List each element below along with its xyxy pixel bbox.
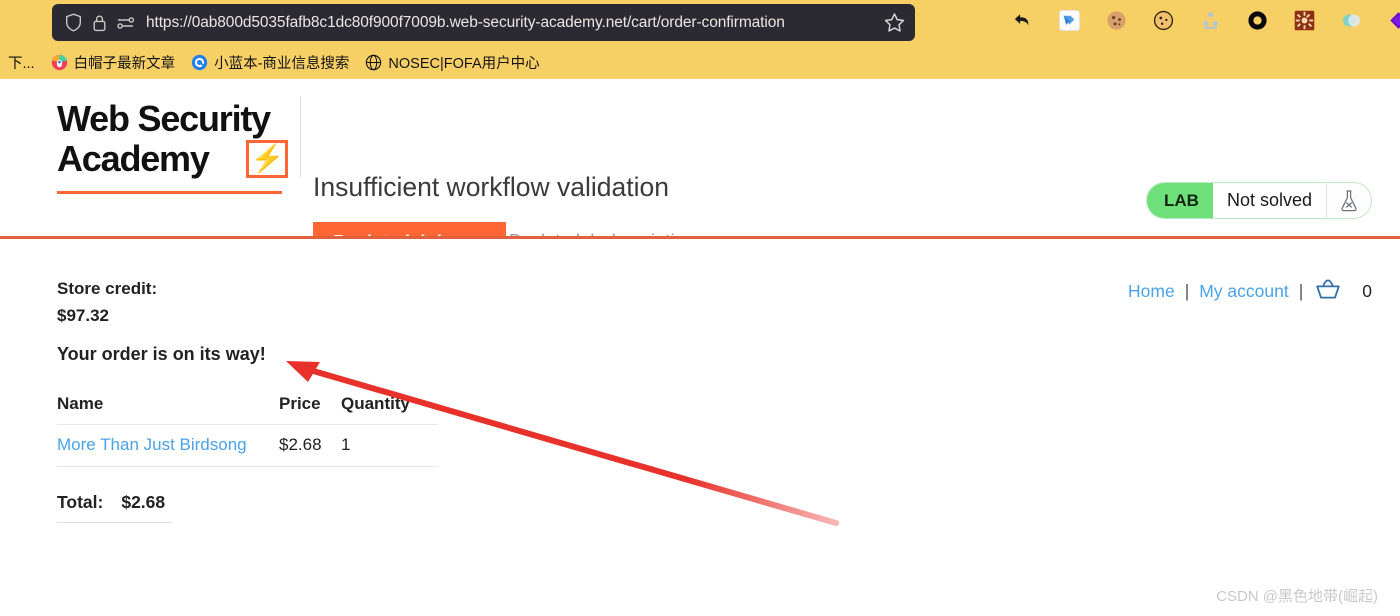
total-label: Total: — [57, 492, 104, 512]
browser-chrome: https://0ab800d5035fafb8c1dc80f900f7009b… — [0, 0, 1400, 79]
site-nav: Home | My account | 0 — [1128, 277, 1372, 306]
order-items-table: Name Price Quantity More Than Just Birds… — [57, 394, 438, 467]
order-confirmation-message: Your order is on its way! — [57, 344, 266, 364]
nav-separator-2: | — [1298, 281, 1304, 301]
bookmark-item-3-label: NOSEC|FOFA用户中心 — [388, 55, 540, 72]
cell-product-quantity: 1 — [341, 424, 438, 467]
shopping-basket-icon[interactable] — [1313, 277, 1343, 306]
wappalyzer-icon[interactable] — [1198, 8, 1223, 33]
ublock-origin-icon[interactable] — [1245, 8, 1270, 33]
extension-toolbar — [1010, 8, 1400, 33]
cookie-editor-icon[interactable] — [1151, 8, 1176, 33]
page-title: Insufficient workflow validation — [313, 172, 669, 202]
bookmark-item-2[interactable]: 小蓝本-商业信息搜索 — [183, 50, 357, 75]
cell-product-price: $2.68 — [279, 424, 341, 467]
main-content: Home | My account | 0 Store credit: $97.… — [0, 239, 1400, 616]
lightning-bolt-glyph: ⚡ — [250, 143, 285, 174]
lightning-bolt-icon: ⚡ — [246, 140, 288, 178]
hacktools-icon[interactable] — [1292, 8, 1317, 33]
column-header-quantity: Quantity — [341, 394, 438, 425]
lab-header: Web Security Academy ⚡ Insufficient work… — [0, 79, 1400, 263]
column-header-price: Price — [279, 394, 341, 425]
basket-item-count: 0 — [1362, 281, 1372, 301]
browser-toolbar: https://0ab800d5035fafb8c1dc80f900f7009b… — [0, 0, 1400, 45]
bookmark-item-1-label: 白帽子最新文章 — [73, 55, 176, 72]
padlock-icon[interactable] — [88, 12, 110, 34]
nav-my-account-link[interactable]: My account — [1199, 281, 1288, 302]
whitehat-icon — [51, 54, 68, 71]
total-value: $2.68 — [121, 492, 166, 512]
diamond-extension-icon[interactable] — [1386, 8, 1400, 33]
bookmark-star-icon[interactable] — [883, 11, 907, 35]
table-row: More Than Just Birdsong $2.68 1 — [57, 424, 438, 467]
back-arrow-icon[interactable] — [1010, 8, 1035, 33]
bookmark-item-0-label: 下... — [8, 55, 35, 72]
lab-status-badge[interactable]: LAB Not solved — [1146, 182, 1372, 219]
cookie-icon[interactable] — [1104, 8, 1129, 33]
address-bar[interactable]: https://0ab800d5035fafb8c1dc80f900f7009b… — [52, 4, 915, 41]
cell-product-name: More Than Just Birdsong — [57, 424, 279, 467]
globe-icon — [365, 54, 382, 71]
header-divider — [300, 97, 301, 177]
logo-line-2: Academy — [57, 138, 210, 179]
store-credit-label: Store credit: — [57, 279, 158, 298]
xiaolanben-icon — [191, 54, 208, 71]
column-header-name: Name — [57, 394, 279, 425]
logo-line-1: Web Security — [57, 98, 271, 139]
bookmark-item-0[interactable]: 下... — [0, 50, 43, 75]
tracking-protection-icon[interactable] — [114, 12, 136, 34]
web-security-academy-logo[interactable]: Web Security Academy ⚡ — [57, 98, 294, 194]
bookmark-item-2-label: 小蓝本-商业信息搜索 — [214, 55, 350, 72]
bookmark-item-1[interactable]: 白帽子最新文章 — [43, 50, 184, 75]
bookmarks-bar: 下... 白帽子最新文章 小蓝本-商业信息搜索 NOSEC|FOFA用户中心 — [0, 45, 1400, 79]
shield-icon[interactable] — [62, 12, 84, 34]
nav-home-link[interactable]: Home — [1128, 281, 1175, 302]
product-link[interactable]: More Than Just Birdsong — [57, 435, 247, 454]
store-credit-value: $97.32 — [57, 306, 109, 325]
logo-line-2-wrapper: Academy ⚡ — [57, 139, 294, 179]
lab-status-tag: LAB — [1147, 183, 1213, 218]
proxy-toggle-icon[interactable] — [1339, 8, 1364, 33]
lab-status-state: Not solved — [1212, 183, 1327, 218]
nav-separator-1: | — [1184, 281, 1190, 301]
flask-not-solved-icon — [1327, 183, 1371, 218]
order-total: Total: $2.68 — [57, 492, 172, 523]
csdn-watermark: CSDN @黑色地带(崛起) — [1216, 588, 1378, 605]
table-header-row: Name Price Quantity — [57, 394, 438, 425]
bookmark-item-3[interactable]: NOSEC|FOFA用户中心 — [357, 50, 547, 75]
url-text[interactable]: https://0ab800d5035fafb8c1dc80f900f7009b… — [146, 14, 881, 32]
logo-underline — [57, 191, 282, 194]
foxyproxy-icon[interactable] — [1057, 8, 1082, 33]
